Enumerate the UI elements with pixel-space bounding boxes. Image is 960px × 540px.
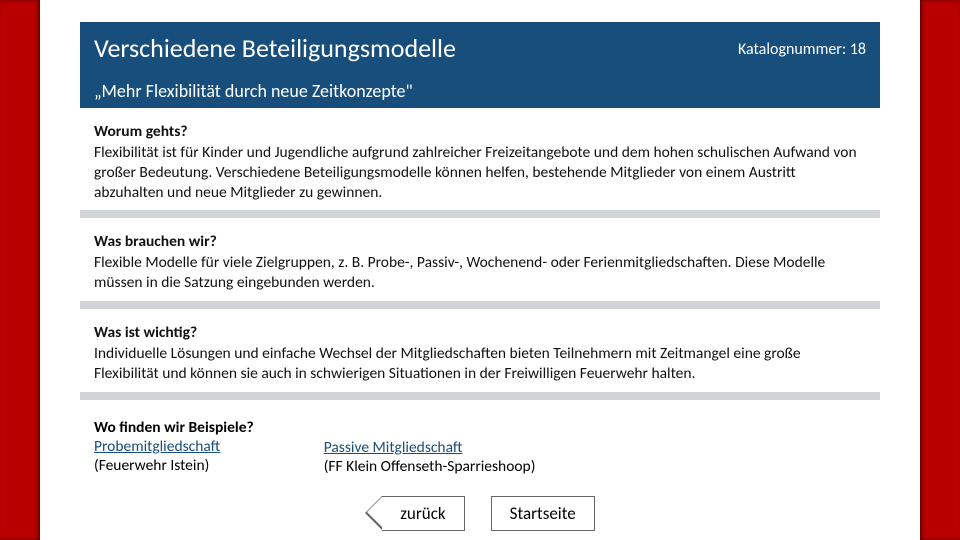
section-body: Flexibilität ist für Kinder und Jugendli…	[94, 143, 866, 202]
section-heading: Was ist wichtig?	[94, 323, 866, 342]
page-subtitle: „Mehr Flexibilität durch neue Zeitkonzep…	[94, 80, 866, 102]
section-heading: Worum gehts?	[94, 122, 866, 141]
section-body: Individuelle Lösungen und einfache Wechs…	[94, 344, 866, 384]
section-need: Was brauchen wir? Flexible Modelle für v…	[80, 226, 880, 301]
footer-nav: zurück Startseite	[40, 496, 920, 531]
section-divider	[80, 392, 880, 400]
frame-border-left	[0, 0, 40, 540]
section-divider	[80, 301, 880, 309]
page-content: Verschiedene Beteiligungsmodelle Katalog…	[40, 0, 920, 540]
example-source: (Feuerwehr Istein)	[94, 456, 254, 475]
chevron-left-icon	[365, 496, 382, 530]
home-button[interactable]: Startseite	[491, 496, 595, 531]
examples-col-2: Passive Mitgliedschaft (FF Klein Offense…	[324, 418, 536, 476]
section-divider	[80, 210, 880, 218]
back-button-label: zurück	[382, 496, 464, 531]
section-body: Flexible Modelle für viele Zielgruppen, …	[94, 253, 866, 293]
hero-panel: Verschiedene Beteiligungsmodelle Katalog…	[80, 22, 880, 108]
section-heading: Wo finden wir Beispiele?	[94, 418, 254, 437]
frame-border-right	[920, 0, 960, 540]
back-button[interactable]: zurück	[365, 496, 464, 531]
section-important: Was ist wichtig? Individuelle Lösungen u…	[80, 317, 880, 392]
examples-col-1: Wo finden wir Beispiele? Probemitgliedsc…	[94, 418, 254, 476]
section-examples: Wo finden wir Beispiele? Probemitgliedsc…	[80, 408, 880, 490]
page-title: Verschiedene Beteiligungsmodelle	[94, 32, 456, 64]
section-about: Worum gehts? Flexibilität ist für Kinder…	[80, 116, 880, 210]
example-source: (FF Klein Offenseth-Sparrieshoop)	[324, 457, 536, 476]
example-link-probemitgliedschaft[interactable]: Probemitgliedschaft	[94, 437, 220, 456]
section-heading: Was brauchen wir?	[94, 232, 866, 251]
example-link-passive-mitgliedschaft[interactable]: Passive Mitgliedschaft	[324, 438, 463, 457]
catalog-number: Katalognummer: 18	[738, 40, 866, 59]
